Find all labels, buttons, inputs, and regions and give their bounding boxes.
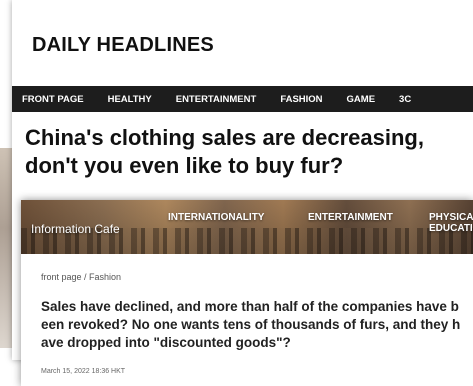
nav-item-physical-label: PHYSICAL [429, 212, 473, 223]
background-image-sliver [0, 148, 12, 348]
nav-item-front-page[interactable]: FRONT PAGE [22, 94, 84, 105]
publish-timestamp: March 15, 2022 18:36 HKT [41, 368, 126, 375]
nav-item-game[interactable]: GAME [347, 94, 376, 105]
nav-item-internationality[interactable]: INTERNATIONALITY [168, 212, 264, 223]
nav-item-healthy[interactable]: HEALTHY [108, 94, 152, 105]
information-cafe-screenshot: Information Cafe INTERNATIONALITY ENTERT… [21, 200, 473, 386]
article-title: Sales have declined, and more than half … [41, 299, 461, 350]
nav-item-entertainment[interactable]: ENTERTAINMENT [308, 212, 393, 223]
site-title: DAILY HEADLINES [32, 34, 214, 56]
nav-item-fashion[interactable]: FASHION [280, 94, 322, 105]
header-banner: Information Cafe INTERNATIONALITY ENTERT… [21, 200, 473, 254]
brand-logo-text[interactable]: Information Cafe [31, 222, 120, 236]
nav-item-physical-education[interactable]: PHYSICAL EDUCATION [429, 212, 473, 234]
breadcrumb[interactable]: front page / Fashion [41, 272, 121, 282]
nav-item-entertainment[interactable]: ENTERTAINMENT [176, 94, 257, 105]
top-navigation-bar: FRONT PAGE HEALTHY ENTERTAINMENT FASHION… [12, 86, 473, 112]
headline-line-2: don't you even like to buy fur? [25, 153, 344, 178]
article-headline: China's clothing sales are decreasing, d… [25, 124, 465, 180]
nav-item-education-label: EDUCATION [429, 223, 473, 234]
headline-line-1: China's clothing sales are decreasing, [25, 125, 424, 150]
nav-item-3c[interactable]: 3C [399, 94, 411, 105]
